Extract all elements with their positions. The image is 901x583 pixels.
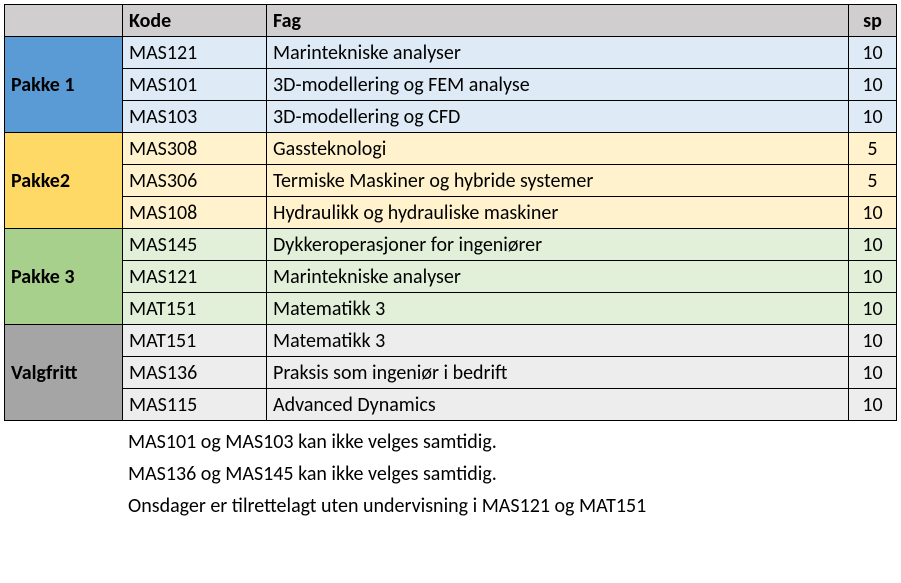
cell-sp: 10 [849,293,897,325]
cell-kode: MAS308 [123,133,267,165]
cell-fag: Praksis som ingeniør i bedrift [267,357,849,389]
cell-kode: MAS103 [123,101,267,133]
note-line: MAS136 og MAS145 kan ikke velges samtidi… [128,459,897,489]
cell-kode: MAS121 [123,261,267,293]
table-row: MAS121Marintekniske analyser10 [5,261,897,293]
cell-fag: Dykkeroperasjoner for ingeniører [267,229,849,261]
notes-block: MAS101 og MAS103 kan ikke velges samtidi… [128,427,897,521]
cell-kode: MAS306 [123,165,267,197]
group-label: Pakke2 [5,133,123,229]
cell-sp: 5 [849,165,897,197]
cell-fag: Hydraulikk og hydrauliske maskiner [267,197,849,229]
cell-sp: 10 [849,357,897,389]
table-row: ValgfrittMAT151Matematikk 310 [5,325,897,357]
cell-fag: Gassteknologi [267,133,849,165]
note-line: Onsdager er tilrettelagt uten undervisni… [128,491,897,521]
header-kode: Kode [123,5,267,37]
header-sp: sp [849,5,897,37]
cell-kode: MAS101 [123,69,267,101]
cell-fag: Matematikk 3 [267,325,849,357]
table-row: Pakke 3MAS145Dykkeroperasjoner for ingen… [5,229,897,261]
header-blank [5,5,123,37]
cell-sp: 10 [849,69,897,101]
table-row: MAS136Praksis som ingeniør i bedrift10 [5,357,897,389]
cell-sp: 10 [849,37,897,69]
cell-sp: 5 [849,133,897,165]
table-row: Pakke2MAS308Gassteknologi5 [5,133,897,165]
cell-kode: MAS108 [123,197,267,229]
table-row: MAT151Matematikk 310 [5,293,897,325]
cell-sp: 10 [849,101,897,133]
table-row: MAS115Advanced Dynamics10 [5,389,897,421]
table-row: MAS306Termiske Maskiner og hybride syste… [5,165,897,197]
group-label: Valgfritt [5,325,123,421]
cell-sp: 10 [849,229,897,261]
cell-kode: MAT151 [123,325,267,357]
note-line: MAS101 og MAS103 kan ikke velges samtidi… [128,427,897,457]
table-row: MAS108Hydraulikk og hydrauliske maskiner… [5,197,897,229]
cell-fag: Advanced Dynamics [267,389,849,421]
cell-kode: MAS115 [123,389,267,421]
header-fag: Fag [267,5,849,37]
cell-fag: Termiske Maskiner og hybride systemer [267,165,849,197]
header-row: Kode Fag sp [5,5,897,37]
cell-fag: 3D-modellering og FEM analyse [267,69,849,101]
cell-sp: 10 [849,389,897,421]
cell-sp: 10 [849,197,897,229]
cell-fag: Marintekniske analyser [267,261,849,293]
cell-sp: 10 [849,261,897,293]
cell-kode: MAS145 [123,229,267,261]
cell-sp: 10 [849,325,897,357]
cell-kode: MAS121 [123,37,267,69]
cell-kode: MAS136 [123,357,267,389]
cell-fag: Marintekniske analyser [267,37,849,69]
table-row: Pakke 1MAS121Marintekniske analyser10 [5,37,897,69]
cell-fag: Matematikk 3 [267,293,849,325]
course-table: Kode Fag sp Pakke 1MAS121Marintekniske a… [4,4,897,421]
group-label: Pakke 3 [5,229,123,325]
cell-kode: MAT151 [123,293,267,325]
cell-fag: 3D-modellering og CFD [267,101,849,133]
table-row: MAS1033D-modellering og CFD10 [5,101,897,133]
group-label: Pakke 1 [5,37,123,133]
table-row: MAS1013D-modellering og FEM analyse10 [5,69,897,101]
